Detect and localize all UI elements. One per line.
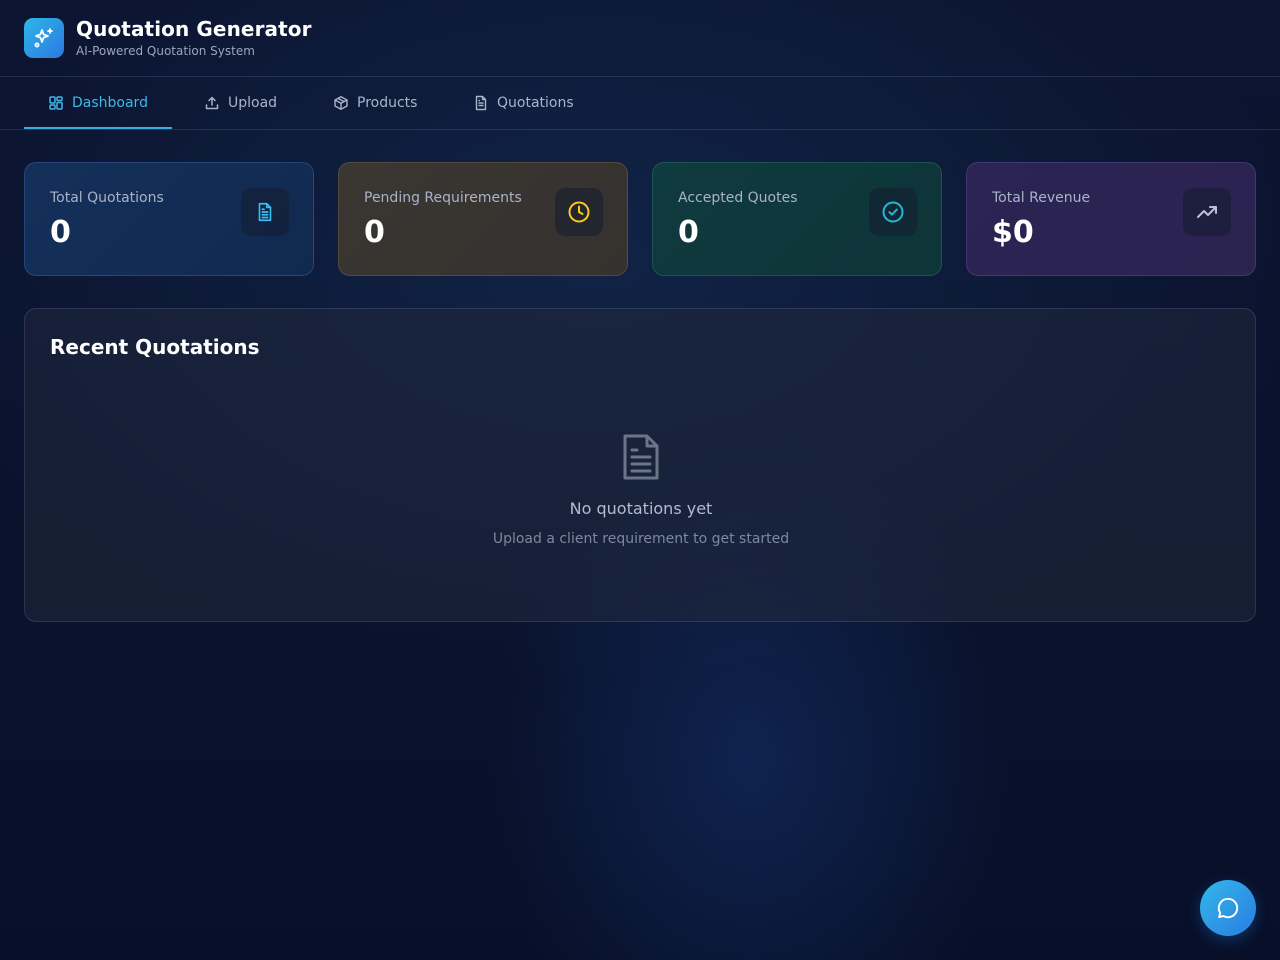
stat-icon-box — [555, 188, 603, 236]
document-icon — [623, 434, 659, 480]
trending-up-icon — [1197, 206, 1217, 218]
stat-card-accepted-quotes: Accepted Quotes 0 — [652, 162, 942, 276]
app-title: Quotation Generator — [76, 17, 312, 41]
document-icon — [475, 95, 487, 111]
chat-button[interactable] — [1200, 880, 1256, 936]
stat-label: Total Revenue — [992, 190, 1091, 206]
recent-quotations-panel: Recent Quotations No quotations yet Uplo… — [24, 308, 1256, 622]
stat-icon-box — [1183, 188, 1231, 236]
tab-quotations[interactable]: Quotations — [473, 77, 574, 129]
stat-value: $0 — [992, 215, 1034, 250]
stat-value: 0 — [50, 215, 71, 250]
stat-card-total-revenue: Total Revenue $0 — [966, 162, 1256, 276]
tab-products[interactable]: Products — [333, 77, 417, 129]
stat-card-pending-requirements: Pending Requirements 0 — [338, 162, 628, 276]
stat-label: Pending Requirements — [364, 190, 522, 206]
stat-value: 0 — [364, 215, 385, 250]
main-nav: Dashboard Upload Products Quotations — [0, 77, 1280, 130]
app-subtitle: AI-Powered Quotation System — [76, 44, 255, 58]
stat-card-total-quotations: Total Quotations 0 — [24, 162, 314, 276]
stat-icon-box — [869, 188, 917, 236]
stat-label: Accepted Quotes — [678, 190, 798, 206]
stat-value: 0 — [678, 215, 699, 250]
stat-label: Total Quotations — [50, 190, 164, 206]
grid-icon — [49, 96, 63, 110]
active-tab-indicator — [24, 127, 172, 129]
recent-quotations-title: Recent Quotations — [50, 335, 260, 359]
empty-state-subtitle: Upload a client requirement to get start… — [492, 531, 790, 547]
tab-dashboard[interactable]: Dashboard — [24, 77, 172, 129]
sparkles-icon — [34, 28, 53, 48]
tab-upload-label: Upload — [228, 95, 278, 111]
stat-icon-box — [241, 188, 289, 236]
tab-products-label: Products — [357, 95, 418, 111]
document-icon — [258, 202, 272, 222]
box-icon — [334, 96, 348, 110]
app-header: Quotation Generator AI-Powered Quotation… — [0, 0, 1280, 77]
tab-upload[interactable]: Upload — [204, 77, 277, 129]
tab-dashboard-label: Dashboard — [72, 95, 148, 111]
clock-icon — [568, 201, 590, 223]
chat-icon — [1217, 897, 1239, 919]
upload-icon — [205, 96, 219, 110]
empty-state-title: No quotations yet — [569, 499, 713, 518]
check-circle-icon — [882, 201, 904, 223]
tab-quotations-label: Quotations — [497, 95, 574, 111]
app-logo[interactable] — [24, 18, 64, 58]
